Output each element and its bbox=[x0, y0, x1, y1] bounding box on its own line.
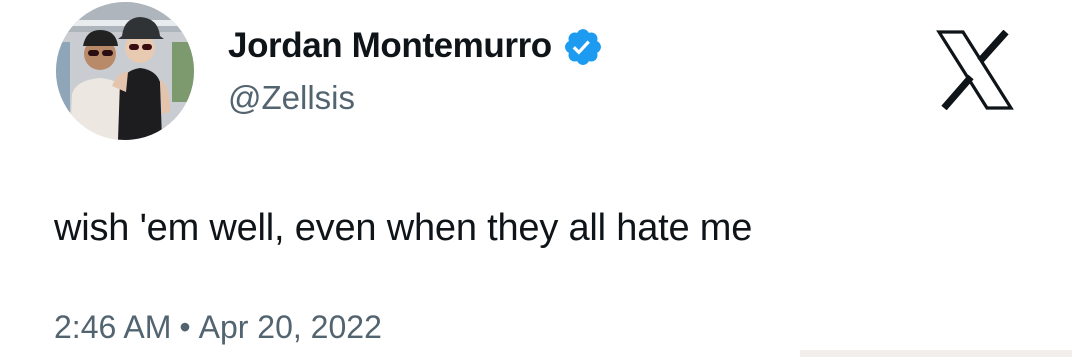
name-row: Jordan Montemurro bbox=[228, 20, 604, 72]
tweet-text: wish 'em well, even when they all hate m… bbox=[54, 207, 753, 249]
meta-separator: • bbox=[179, 309, 191, 345]
user-handle[interactable]: @Zellsis bbox=[228, 78, 604, 118]
tweet-date[interactable]: Apr 20, 2022 bbox=[199, 309, 382, 345]
avatar[interactable] bbox=[56, 2, 194, 140]
x-logo-icon[interactable] bbox=[936, 30, 1014, 110]
verified-badge-icon bbox=[564, 29, 601, 65]
tweet-time[interactable]: 2:46 AM bbox=[54, 309, 171, 345]
tweet-meta: 2:46 AM • Apr 20, 2022 bbox=[54, 305, 382, 349]
background-edge bbox=[800, 350, 1072, 357]
user-identity: Jordan Montemurro @Zellsis bbox=[228, 20, 604, 118]
tweet-card: Jordan Montemurro @Zellsis wish 'em well… bbox=[0, 0, 1072, 357]
display-name[interactable]: Jordan Montemurro bbox=[228, 20, 552, 72]
avatar-photo bbox=[56, 2, 194, 140]
